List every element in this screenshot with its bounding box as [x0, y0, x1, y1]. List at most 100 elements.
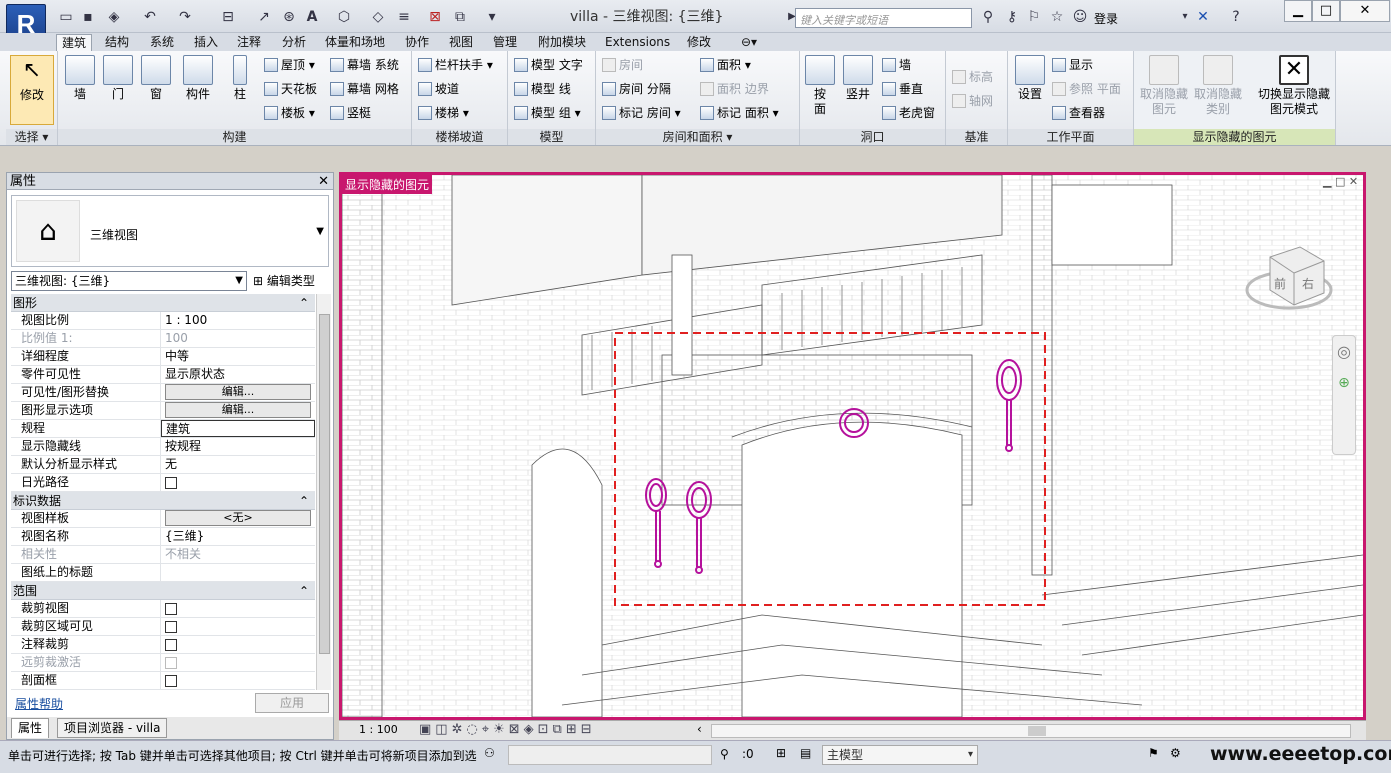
property-value[interactable] — [161, 564, 315, 581]
exchange-apps-icon[interactable]: ✕ — [1193, 7, 1213, 27]
viewcube-right-face[interactable]: 右 — [1302, 275, 1314, 292]
property-value[interactable] — [161, 636, 315, 653]
window-button[interactable]: 窗 — [138, 55, 174, 102]
property-edit-button[interactable]: 编辑... — [165, 402, 311, 418]
steering-wheel-icon[interactable]: ◎ — [1333, 342, 1355, 361]
property-value[interactable] — [161, 654, 315, 671]
property-value[interactable]: 不相关 — [161, 546, 315, 563]
restore-view-icon[interactable]: □ — [1335, 175, 1345, 188]
3d-view-icon[interactable]: ⬡ — [334, 7, 354, 27]
ribbon-toggle-icon[interactable]: ⊖▾ — [736, 34, 762, 51]
apply-button[interactable]: 应用 — [255, 693, 329, 713]
text-icon[interactable]: A — [302, 7, 322, 27]
area-button[interactable]: 面积 ▾ — [700, 57, 751, 73]
tab-properties[interactable]: 属性 — [11, 718, 50, 738]
close-button[interactable]: ✕ — [1340, 0, 1390, 22]
property-value[interactable]: <无> — [161, 510, 315, 527]
show-workplane-button[interactable]: 显示 — [1052, 57, 1093, 73]
redo-icon[interactable]: ↷ — [175, 7, 195, 27]
instance-filter-select[interactable]: 三维视图: {三维} ▼ — [11, 271, 247, 291]
property-value[interactable]: 建筑 — [161, 420, 315, 437]
tab-extensions[interactable]: Extensions — [600, 34, 675, 51]
grid-button[interactable]: 轴网 — [952, 93, 993, 109]
ceiling-button[interactable]: 天花板 — [264, 81, 317, 97]
select-links-icon[interactable]: ⚑ — [1148, 746, 1159, 760]
save-icon[interactable]: ▪ — [78, 7, 98, 27]
property-checkbox[interactable] — [165, 675, 177, 687]
horizontal-scrollbar[interactable] — [711, 724, 1351, 738]
curtain-system-button[interactable]: 幕墙 系统 — [330, 57, 399, 73]
dimension-icon[interactable]: ↗ — [254, 7, 274, 27]
floor-button[interactable]: 楼板 ▾ — [264, 105, 315, 121]
login-dropdown-icon[interactable]: ▾ — [1175, 7, 1195, 27]
restore-button[interactable]: □ — [1312, 0, 1340, 22]
set-workplane-button[interactable]: 设置 — [1012, 55, 1048, 102]
modify-button[interactable]: ↖ 修改 — [10, 55, 54, 125]
unhide-element-button[interactable]: 取消隐藏 图元 — [1136, 55, 1192, 117]
communication-icon[interactable]: ⚐ — [1024, 7, 1044, 27]
toggle-reveal-button[interactable]: ✕ 切换显示隐藏 图元模式 — [1252, 55, 1336, 117]
open-icon[interactable]: ▭ — [56, 7, 76, 27]
scroll-thumb[interactable] — [319, 314, 330, 654]
roof-button[interactable]: 屋顶 ▾ — [264, 57, 315, 73]
wall-opening-button[interactable]: 墙 — [882, 57, 911, 73]
close-view-icon[interactable]: ✕ — [1349, 175, 1358, 188]
binoculars-icon[interactable]: ⚲ — [978, 7, 998, 27]
tab-insert[interactable]: 插入 — [189, 34, 223, 51]
tab-architecture[interactable]: 建筑 — [56, 34, 93, 51]
collapse-icon[interactable]: ⌃ — [299, 492, 309, 510]
close-properties-icon[interactable]: ✕ — [318, 173, 329, 190]
design-option-select[interactable]: 主模型 ▾ — [822, 745, 978, 765]
favorites-icon[interactable]: ☆ — [1047, 7, 1067, 27]
property-value[interactable]: 编辑... — [161, 402, 315, 419]
ramp-button[interactable]: 坡道 — [418, 81, 459, 97]
door-button[interactable]: 门 — [100, 55, 136, 102]
viewcube-front-face[interactable]: 前 — [1274, 275, 1286, 292]
area-boundary-button[interactable]: 面积 边界 — [700, 81, 769, 97]
dormer-button[interactable]: 老虎窗 — [882, 105, 935, 121]
property-value[interactable]: 按规程 — [161, 438, 315, 455]
properties-scrollbar[interactable] — [316, 294, 331, 690]
customize-arrow-icon[interactable]: ▾ — [482, 7, 502, 27]
mullion-button[interactable]: 竖梃 — [330, 105, 371, 121]
measure-icon[interactable]: ⊟ — [218, 7, 238, 27]
tab-manage[interactable]: 管理 — [488, 34, 522, 51]
level-button[interactable]: 标高 — [952, 69, 993, 85]
tab-addins[interactable]: 附加模块 — [533, 34, 591, 51]
property-value[interactable]: 中等 — [161, 348, 315, 365]
property-value[interactable] — [161, 672, 315, 689]
model-text-button[interactable]: 模型 文字 — [514, 57, 583, 73]
close-hidden-icon[interactable]: ⊠ — [425, 7, 445, 27]
component-button[interactable]: 构件 — [178, 55, 218, 102]
view-scale[interactable]: 1 : 100 — [359, 723, 398, 736]
shaft-button[interactable]: 竖井 — [840, 55, 876, 102]
tag-room-button[interactable]: 标记 房间 ▾ — [602, 105, 681, 121]
model-line-button[interactable]: 模型 线 — [514, 81, 571, 97]
properties-help-link[interactable]: 属性帮助 — [15, 695, 63, 712]
undo-icon[interactable]: ↶ — [140, 7, 160, 27]
tab-modify[interactable]: 修改 — [682, 34, 716, 51]
curtain-grid-button[interactable]: 幕墙 网格 — [330, 81, 399, 97]
login-link[interactable]: 登录 — [1094, 10, 1118, 27]
horizontal-scroll-thumb[interactable] — [1028, 726, 1046, 736]
filter-icon[interactable]: ▤ — [800, 746, 811, 760]
property-edit-button[interactable]: <无> — [165, 510, 311, 526]
tab-structure[interactable]: 结构 — [100, 34, 134, 51]
tag-icon[interactable]: ⊛ — [279, 7, 299, 27]
type-dropdown-icon[interactable]: ▼ — [316, 226, 324, 237]
workset-select[interactable] — [508, 745, 712, 765]
switch-windows-icon[interactable]: ⧉ — [450, 7, 470, 27]
property-category[interactable]: 图形 ⌃ — [11, 294, 315, 312]
tab-collaborate[interactable]: 协作 — [400, 34, 434, 51]
panel-room-area-title[interactable]: 房间和面积 ▾ — [596, 129, 799, 145]
worksets-icon[interactable]: ⚇ — [484, 746, 495, 760]
tab-massing[interactable]: 体量和场地 — [320, 34, 390, 51]
tag-area-button[interactable]: 标记 面积 ▾ — [700, 105, 779, 121]
column-button[interactable]: 柱 — [224, 55, 256, 102]
design-options-icon[interactable]: ⊞ — [776, 746, 786, 760]
zoom-icon[interactable]: ⊕ — [1333, 375, 1355, 391]
vertical-opening-button[interactable]: 垂直 — [882, 81, 923, 97]
minimize-button[interactable]: ▁ — [1284, 0, 1312, 22]
room-button[interactable]: 房间 — [602, 57, 643, 73]
type-selector[interactable]: ⌂ 三维视图 ▼ — [11, 195, 329, 267]
